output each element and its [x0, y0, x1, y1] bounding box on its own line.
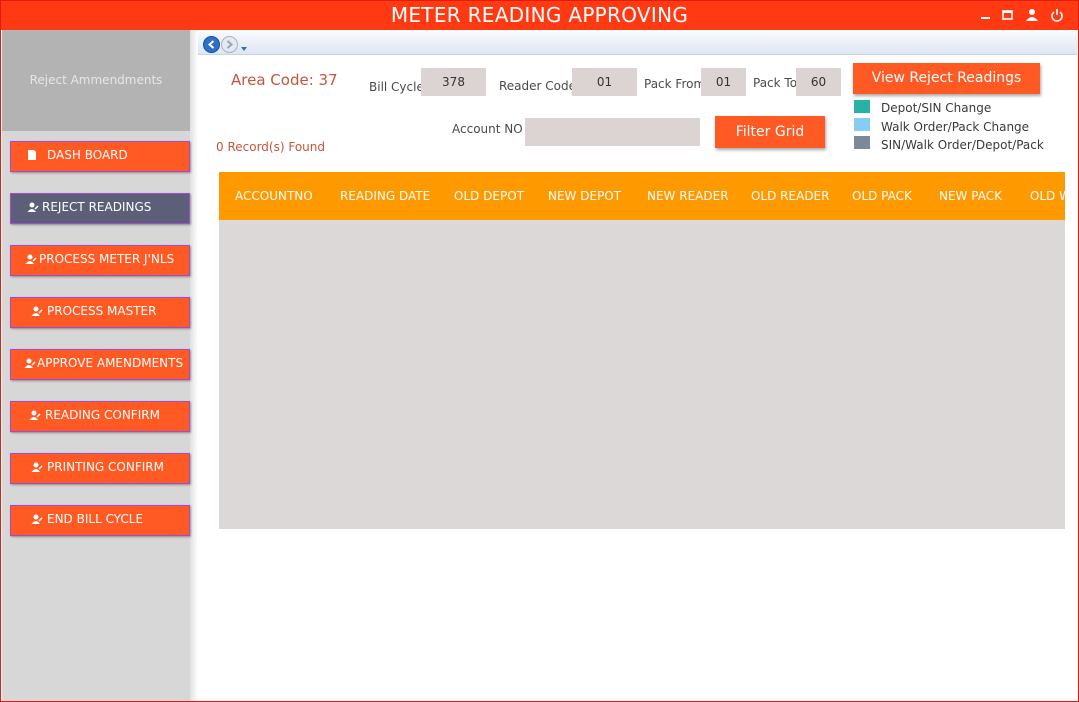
sidebar-item-process-master[interactable]: PROCESS MASTER	[10, 297, 190, 328]
document-icon	[28, 150, 36, 160]
sidebar-item-label: PRINTING CONFIRM	[47, 460, 164, 474]
pack-from-field[interactable]: 01	[701, 68, 746, 96]
bill-cycle-field[interactable]: 378	[421, 68, 486, 96]
records-found-label: 0 Record(s) Found	[216, 140, 325, 154]
forward-arrow-icon[interactable]	[221, 36, 238, 53]
sidebar-item-label: APPROVE AMENDMENTS	[37, 356, 184, 370]
column-header[interactable]: ACCOUNTNO	[235, 189, 313, 203]
pack-from-label: Pack From	[644, 77, 706, 91]
column-header[interactable]: OLD WALK ORDER	[1030, 189, 1065, 203]
view-reject-readings-button[interactable]: View Reject Readings	[853, 63, 1040, 94]
minimize-icon[interactable]	[978, 7, 994, 23]
sidebar-item-reading-confirm[interactable]: READING CONFIRM	[10, 401, 190, 432]
legend-label: Walk Order/Pack Change	[881, 120, 1030, 134]
column-header[interactable]: OLD PACK	[852, 189, 912, 203]
sidebar-item-label: READING CONFIRM	[45, 408, 160, 422]
power-icon[interactable]	[1049, 7, 1065, 23]
grid-body[interactable]	[219, 220, 1065, 529]
sidebar-item-label: REJECT READINGS	[42, 200, 152, 214]
user-edit-icon	[27, 202, 39, 212]
sidebar-item-approve-amendments[interactable]: APPROVE AMENDMENTS	[10, 349, 190, 380]
user-edit-icon	[31, 514, 43, 524]
sidebar-item-process-meter-jnls[interactable]: PROCESS METER J'NLS	[10, 245, 190, 276]
column-header[interactable]: NEW PACK	[939, 189, 1002, 203]
sidebar-item-label: PROCESS MASTER	[47, 304, 157, 318]
filter-grid-button[interactable]: Filter Grid	[715, 116, 825, 148]
sidebar-header-label: Reject Ammendments	[29, 73, 163, 87]
bill-cycle-label: Bill Cycle	[369, 80, 424, 94]
column-header[interactable]: NEW READER	[647, 189, 729, 203]
sidebar-item-label: PROCESS METER J'NLS	[39, 252, 175, 266]
sidebar: Reject Ammendments DASH BOARD REJECT REA…	[2, 30, 190, 701]
sidebar-item-label: END BILL CYCLE	[47, 512, 144, 526]
legend-swatch-sin-walk-depot-pack	[854, 136, 870, 149]
account-no-input[interactable]	[525, 118, 700, 146]
area-code-label: Area Code: 37	[231, 71, 338, 89]
sidebar-header: Reject Ammendments	[2, 30, 190, 131]
sidebar-shadow	[190, 30, 198, 701]
column-header[interactable]: READING DATE	[340, 189, 430, 203]
column-header[interactable]: OLD DEPOT	[454, 189, 524, 203]
sidebar-item-reject-readings[interactable]: REJECT READINGS	[10, 193, 190, 224]
sidebar-item-label: DASH BOARD	[47, 148, 128, 162]
sidebar-item-printing-confirm[interactable]: PRINTING CONFIRM	[10, 453, 190, 484]
account-no-label: Account NO	[452, 122, 523, 136]
back-arrow-icon[interactable]	[203, 36, 220, 53]
user-edit-icon	[25, 254, 37, 264]
user-edit-icon	[31, 306, 43, 316]
legend-label: Depot/SIN Change	[881, 101, 992, 115]
user-icon[interactable]	[1024, 7, 1040, 23]
pack-to-field[interactable]: 60	[796, 68, 841, 96]
legend-swatch-walk-order	[854, 118, 870, 131]
sidebar-item-dash-board[interactable]: DASH BOARD	[10, 141, 190, 172]
title-bar: METER READING APPROVING	[1, 1, 1078, 30]
window-title: METER READING APPROVING	[390, 3, 689, 27]
user-edit-icon	[29, 410, 41, 420]
navigation-bar	[198, 32, 1077, 55]
history-dropdown-icon[interactable]	[240, 38, 248, 57]
legend-swatch-depot-sin	[854, 100, 870, 113]
maximize-icon[interactable]	[1000, 7, 1016, 23]
grid-header: ACCOUNTNO READING DATE OLD DEPOT NEW DEP…	[219, 172, 1065, 220]
column-header[interactable]: OLD READER	[751, 189, 829, 203]
user-edit-icon	[24, 358, 36, 368]
column-header[interactable]: NEW DEPOT	[548, 189, 621, 203]
reader-code-field[interactable]: 01	[572, 68, 637, 96]
app-window: METER READING APPROVING Reject Ammendmen…	[0, 0, 1079, 702]
reader-code-label: Reader Code	[499, 79, 577, 93]
pack-to-label: Pack To	[753, 76, 798, 90]
legend-label: SIN/Walk Order/Depot/Pack	[881, 138, 1044, 152]
sidebar-item-end-bill-cycle[interactable]: END BILL CYCLE	[10, 505, 190, 536]
user-edit-icon	[31, 462, 43, 472]
